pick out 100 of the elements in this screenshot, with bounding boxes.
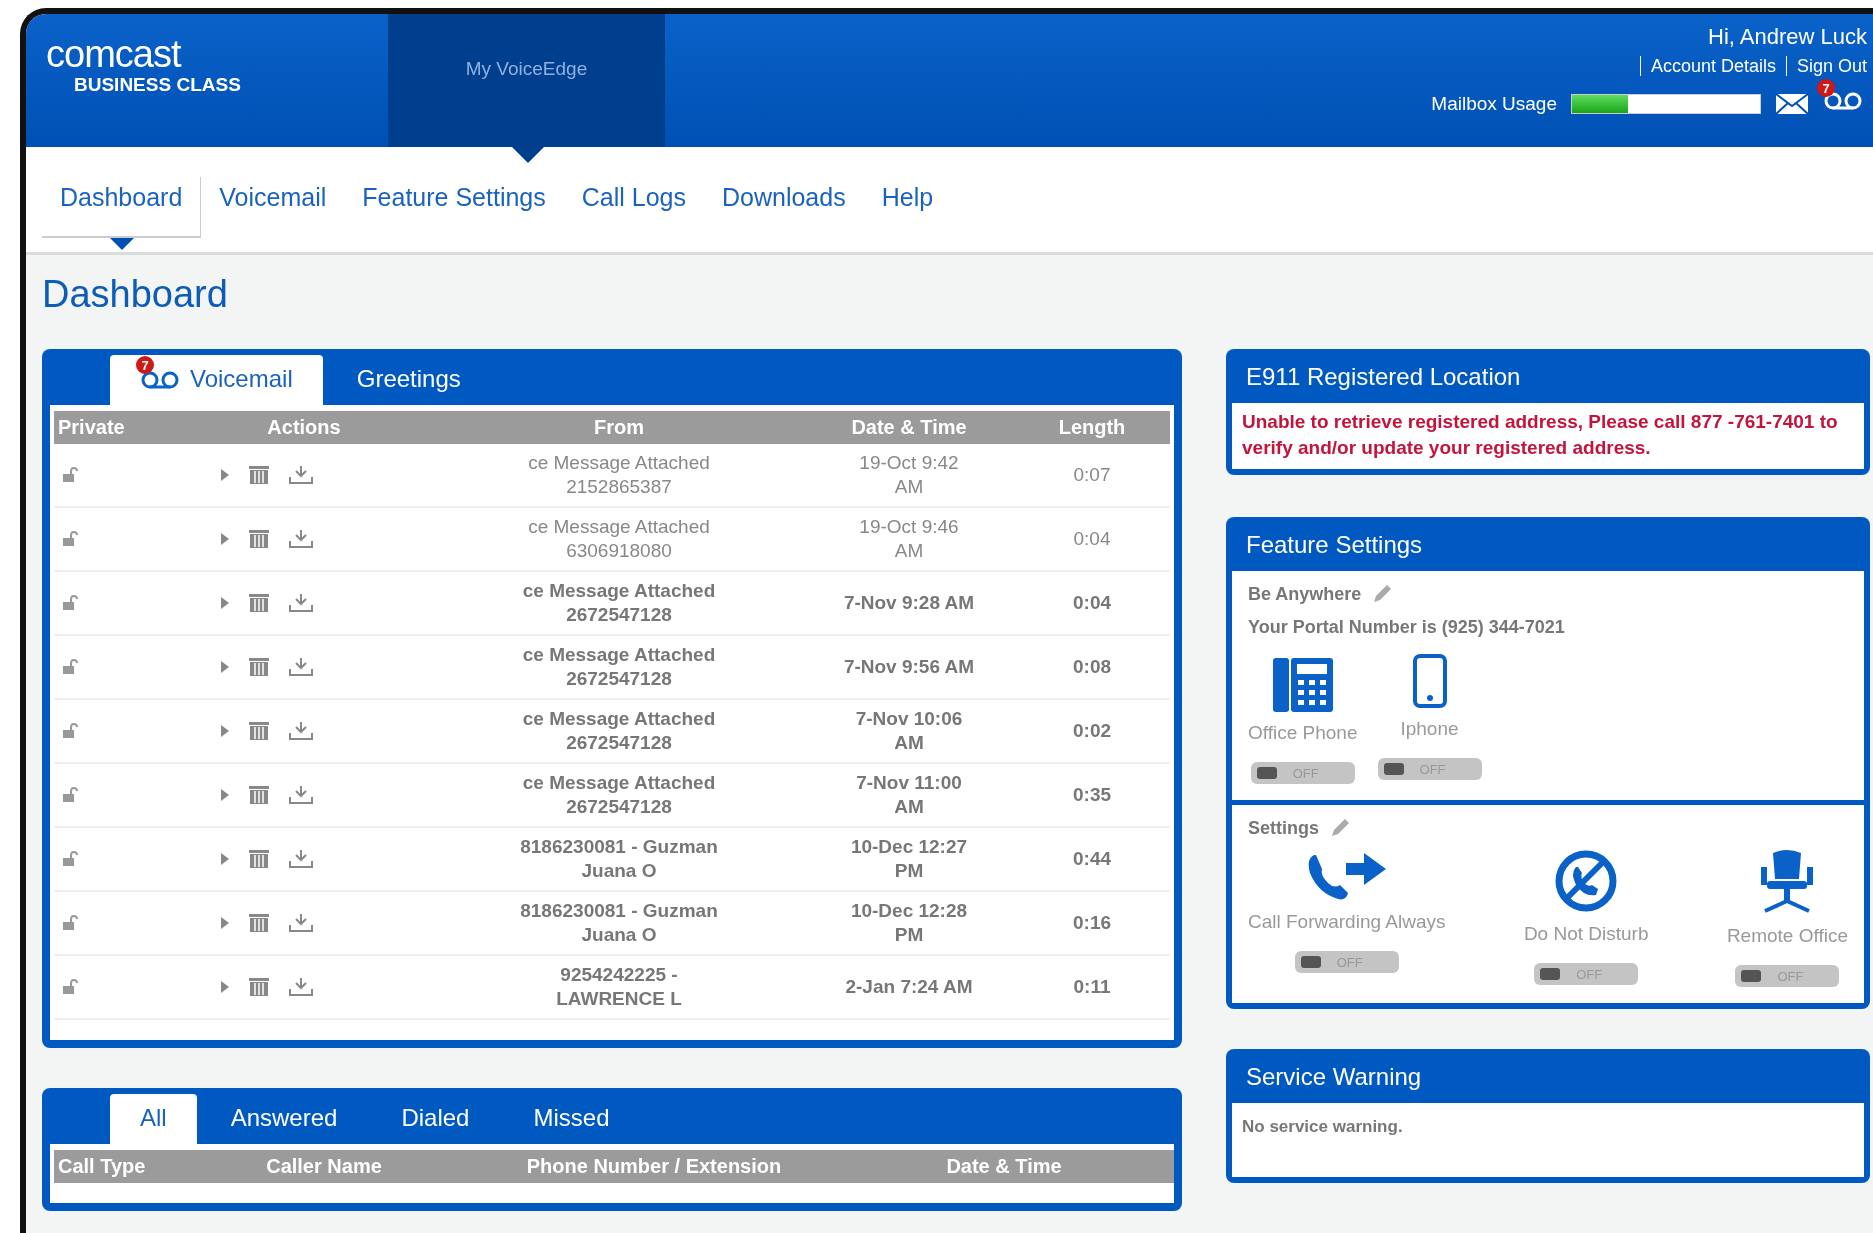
header-link[interactable]: Sign Out [1796, 56, 1867, 77]
section-title: Be Anywhere [1248, 583, 1362, 605]
logo-tagline: BUSINESS CLASS [74, 74, 242, 96]
feature-label: Do Not Disturb [1523, 923, 1649, 945]
date-time-text: 19-Oct 9:42 AM [804, 444, 1014, 508]
trash-icon[interactable] [248, 657, 270, 677]
play-icon[interactable] [220, 916, 230, 930]
count-badge: 7 [1817, 79, 1835, 97]
column-header: Call Type [54, 1150, 174, 1183]
play-icon[interactable] [220, 724, 230, 738]
trash-icon[interactable] [248, 465, 270, 485]
trash-icon[interactable] [248, 913, 270, 933]
header-link[interactable]: Account Details [1650, 56, 1776, 77]
date-time-text: 2-Jan 7:24 AM [804, 956, 1014, 1020]
play-icon[interactable] [220, 468, 230, 482]
panel-tab[interactable]: 7 Voicemail [110, 355, 323, 405]
play-icon[interactable] [220, 852, 230, 866]
section-title: Settings [1248, 817, 1319, 839]
date-time-text: 7-Nov 9:28 AM [804, 572, 1014, 636]
panel-tab[interactable]: Answered [200, 1094, 368, 1144]
date-time-text: 10-Dec 12:28 PM [804, 892, 1014, 956]
padlock-icon[interactable] [62, 915, 80, 931]
padlock-icon[interactable] [62, 787, 80, 803]
padlock-icon[interactable] [62, 467, 80, 483]
nav-tab[interactable]: Feature Settings [344, 177, 564, 236]
duration-text: 0:07 [1014, 444, 1170, 508]
date-time-text: 7-Nov 11:00 AM [804, 764, 1014, 828]
trash-icon[interactable] [248, 721, 270, 741]
caller-text: ce Message Attached 2672547128 [434, 636, 804, 700]
trash-icon[interactable] [248, 785, 270, 805]
padlock-icon[interactable] [62, 979, 80, 995]
pointer-arrow [109, 238, 134, 250]
pencil-icon[interactable] [1329, 817, 1351, 839]
feature-label: Office Phone [1248, 722, 1358, 744]
caller-text: 9254242225 - LAWRENCE L [434, 956, 804, 1020]
padlock-icon[interactable] [62, 723, 80, 739]
trash-icon[interactable] [248, 977, 270, 997]
feature-label: Iphone [1400, 718, 1459, 740]
panel-tab[interactable]: Dialed [371, 1094, 500, 1144]
panel-tab[interactable]: Greetings [326, 355, 491, 405]
column-header: Phone Number / Extension [474, 1150, 834, 1183]
download-icon[interactable] [288, 657, 314, 677]
feature-label: Remote Office [1726, 925, 1848, 947]
download-icon[interactable] [288, 977, 314, 997]
download-icon[interactable] [288, 913, 314, 933]
nav-tab[interactable]: Downloads [704, 177, 864, 236]
office-chair-icon [1759, 849, 1816, 915]
column-header: Length [1014, 411, 1170, 444]
play-icon[interactable] [220, 980, 230, 994]
play-icon[interactable] [220, 788, 230, 802]
download-icon[interactable] [288, 721, 314, 741]
nav-tab[interactable]: Voicemail [201, 177, 345, 236]
padlock-icon[interactable] [62, 531, 80, 547]
trash-icon[interactable] [248, 529, 270, 549]
caller-text: ce Message Attached 2672547128 [434, 764, 804, 828]
download-icon[interactable] [288, 849, 314, 869]
page-title: Dashboard [42, 273, 229, 317]
download-icon[interactable] [288, 529, 314, 549]
pencil-icon[interactable] [1371, 583, 1394, 605]
column-header: Caller Name [174, 1150, 474, 1183]
nav-tab[interactable]: Help [863, 177, 952, 236]
portal-number-text: Your Portal Number is (925) 344-7021 [1248, 617, 1566, 638]
error-message: Unable to retrieve registered address, Please call 877 -761-7401 to verify and/or update your registered address. [1241, 410, 1839, 460]
column-header: Date & Time [804, 411, 1014, 444]
envelope-icon[interactable] [1775, 93, 1809, 115]
trash-icon[interactable] [248, 593, 270, 613]
column-header: Actions [174, 411, 434, 444]
caller-text: ce Message Attached 2152865387 [434, 444, 804, 508]
count-badge: 7 [136, 356, 154, 374]
date-time-text: 7-Nov 9:56 AM [804, 636, 1014, 700]
play-icon[interactable] [220, 596, 230, 610]
trash-icon[interactable] [248, 849, 270, 869]
panel-title: Feature Settings [1245, 530, 1424, 560]
duration-text: 0:04 [1014, 508, 1170, 572]
download-icon[interactable] [288, 465, 314, 485]
mobile-phone-icon [1412, 654, 1447, 708]
padlock-icon[interactable] [62, 595, 80, 611]
padlock-icon[interactable] [62, 659, 80, 675]
column-header: From [434, 411, 804, 444]
duration-text: 0:16 [1014, 892, 1170, 956]
nav-tab[interactable]: Call Logs [563, 177, 704, 236]
product-tab[interactable]: My VoiceEdge [388, 14, 665, 147]
feature-label: Call Forwarding Always [1248, 911, 1446, 933]
date-time-text: 19-Oct 9:46 AM [804, 508, 1014, 572]
duration-text: 0:02 [1014, 700, 1170, 764]
download-icon[interactable] [288, 593, 314, 613]
play-icon[interactable] [220, 660, 230, 674]
voicemail-icon [140, 370, 180, 390]
play-icon[interactable] [220, 532, 230, 546]
duration-text: 0:11 [1014, 956, 1170, 1020]
panel-tab[interactable]: Missed [503, 1094, 640, 1144]
caller-text: 8186230081 - Guzman Juana O [434, 892, 804, 956]
duration-text: 0:44 [1014, 828, 1170, 892]
panel-tab[interactable]: All [110, 1094, 197, 1144]
voicemail-icon[interactable] [1823, 91, 1863, 111]
date-time-text: 10-Dec 12:27 PM [804, 828, 1014, 892]
padlock-icon[interactable] [62, 851, 80, 867]
download-icon[interactable] [288, 785, 314, 805]
greeting-text: Hi, Andrew Luck [1708, 24, 1867, 50]
nav-tab[interactable]: Dashboard [42, 177, 202, 238]
